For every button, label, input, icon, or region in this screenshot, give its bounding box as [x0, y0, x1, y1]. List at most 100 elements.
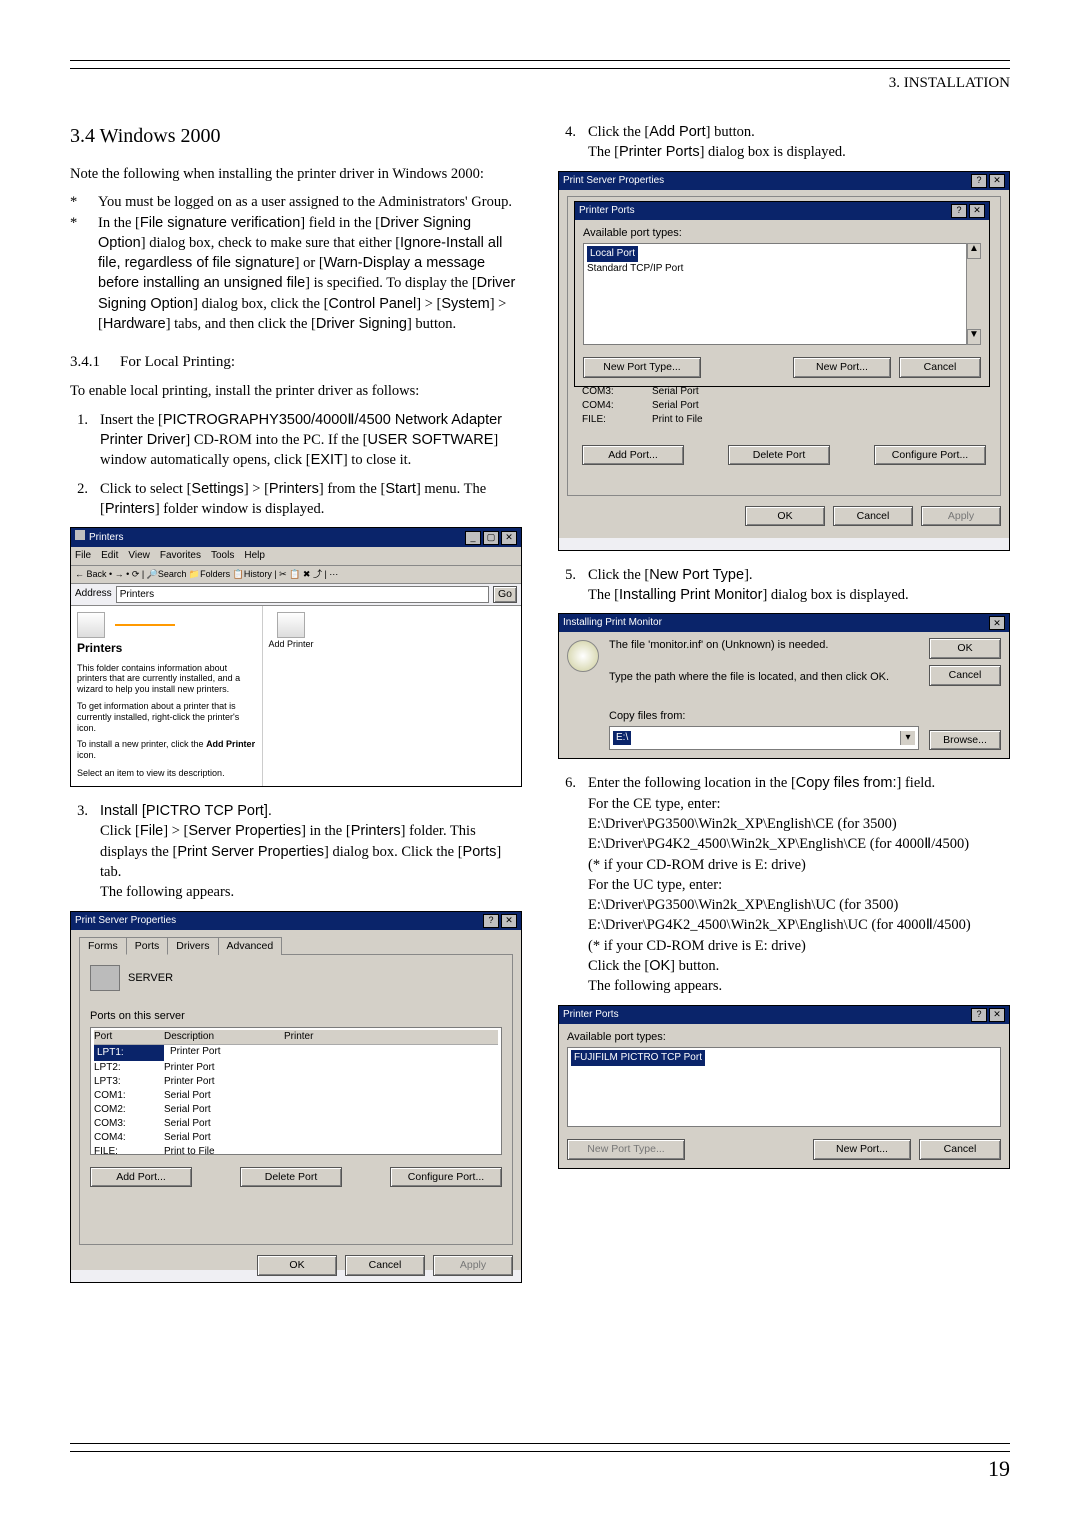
- delete-port-button[interactable]: Delete Port: [728, 445, 830, 466]
- table-row[interactable]: LPT2:: [94, 1061, 164, 1075]
- step-number: 2.: [70, 479, 88, 520]
- tab-drivers[interactable]: Drivers: [167, 937, 218, 956]
- table-row[interactable]: COM3:: [94, 1117, 164, 1131]
- bullet-star: *: [70, 192, 88, 212]
- new-port-button[interactable]: New Port...: [813, 1139, 911, 1160]
- delete-port-button[interactable]: Delete Port: [240, 1167, 342, 1188]
- scrollbar[interactable]: ▲ ▼: [966, 243, 981, 345]
- table-row[interactable]: FILE:: [94, 1145, 164, 1155]
- add-printer-icon[interactable]: [277, 612, 305, 638]
- leftpane-text: This folder contains information about p…: [77, 663, 256, 695]
- window-title: Print Server Properties: [75, 914, 176, 928]
- available-label: Available port types:: [567, 1030, 1001, 1045]
- window-title: Print Server Properties: [563, 174, 664, 188]
- tab-forms[interactable]: Forms: [79, 937, 127, 956]
- step-6: Enter the following location in the [Cop…: [588, 773, 971, 996]
- configure-port-button[interactable]: Configure Port...: [874, 445, 986, 466]
- leftpane-text: Select an item to view its description.: [77, 767, 256, 780]
- dropdown-icon[interactable]: ▾: [900, 731, 915, 745]
- table-row[interactable]: LPT3:: [94, 1075, 164, 1089]
- browse-button[interactable]: Browse...: [929, 730, 1001, 751]
- list-item[interactable]: FUJIFILM PICTRO TCP Port: [571, 1050, 705, 1066]
- new-port-type-button[interactable]: New Port Type...: [583, 357, 701, 378]
- disk-icon: [567, 640, 599, 672]
- close-icon[interactable]: ✕: [501, 914, 517, 928]
- col-port[interactable]: Port: [94, 1030, 164, 1044]
- step-number: 4.: [558, 122, 576, 163]
- add-port-button[interactable]: Add Port...: [582, 445, 684, 466]
- col-desc[interactable]: Description: [164, 1030, 284, 1044]
- window-title: Printers: [75, 530, 123, 545]
- maximize-icon[interactable]: ▢: [483, 531, 499, 545]
- leftpane-title: Printers: [77, 640, 256, 657]
- step-1: Insert the [PICTROGRAPHY3500/4000Ⅱ/4500 …: [100, 410, 522, 471]
- step-number: 6.: [558, 773, 576, 996]
- section-title: 3.4 Windows 2000: [70, 122, 522, 150]
- window-title: Printer Ports: [579, 204, 635, 218]
- add-printer-label: Add Printer: [269, 639, 314, 649]
- copy-label: Copy files from:: [609, 709, 919, 724]
- table-row: COM4:: [582, 399, 652, 413]
- minimize-icon[interactable]: _: [465, 531, 481, 545]
- table-row[interactable]: LPT1:: [94, 1045, 164, 1061]
- leftpane-text: To install a new printer, click the Add …: [77, 739, 256, 761]
- step-5: Click the [New Port Type]. The [Installi…: [588, 565, 909, 606]
- cancel-button[interactable]: Cancel: [345, 1255, 425, 1276]
- screenshot-print-server-properties: Print Server Properties ?✕ Forms Ports D…: [70, 911, 522, 1283]
- screenshot-printer-ports-nested: Print Server Properties ?✕ Printer Ports…: [558, 171, 1010, 551]
- list-item[interactable]: Standard TCP/IP Port: [587, 262, 977, 276]
- page-number: 19: [70, 1456, 1010, 1482]
- tab-advanced[interactable]: Advanced: [218, 937, 283, 956]
- intro-text: Note the following when installing the p…: [70, 164, 522, 184]
- step-number: 5.: [558, 565, 576, 606]
- printer-icon: [77, 612, 105, 638]
- ok-button[interactable]: OK: [929, 638, 1001, 659]
- subsection-intro: To enable local printing, install the pr…: [70, 381, 522, 401]
- apply-button[interactable]: Apply: [433, 1255, 513, 1276]
- cancel-button[interactable]: Cancel: [899, 357, 981, 378]
- close-icon[interactable]: ✕: [989, 174, 1005, 188]
- list-item[interactable]: Local Port: [587, 246, 638, 262]
- close-icon[interactable]: ✕: [501, 531, 517, 545]
- table-row[interactable]: COM2:: [94, 1103, 164, 1117]
- help-icon[interactable]: ?: [971, 1008, 987, 1022]
- new-port-button[interactable]: New Port...: [793, 357, 891, 378]
- step-3: Install [PICTRO TCP Port]. Click [File] …: [100, 801, 522, 902]
- help-icon[interactable]: ?: [951, 204, 967, 218]
- col-printer[interactable]: Printer: [284, 1030, 313, 1044]
- go-button[interactable]: Go: [493, 586, 517, 603]
- new-port-type-button[interactable]: New Port Type...: [567, 1139, 685, 1160]
- help-icon[interactable]: ?: [971, 174, 987, 188]
- help-icon[interactable]: ?: [483, 914, 499, 928]
- tab-ports[interactable]: Ports: [126, 937, 169, 956]
- ok-button[interactable]: OK: [257, 1255, 337, 1276]
- address-field[interactable]: [116, 586, 489, 603]
- window-title: Printer Ports: [563, 1008, 619, 1022]
- close-icon[interactable]: ✕: [989, 616, 1005, 630]
- cancel-button[interactable]: Cancel: [919, 1139, 1001, 1160]
- add-port-button[interactable]: Add Port...: [90, 1167, 192, 1188]
- close-icon[interactable]: ✕: [989, 1008, 1005, 1022]
- ports-caption: Ports on this server: [90, 1009, 502, 1024]
- table-row[interactable]: COM4:: [94, 1131, 164, 1145]
- screenshot-printers-folder: Printers _▢✕ FileEditViewFavoritesToolsH…: [70, 527, 522, 787]
- table-row: FILE:: [582, 413, 652, 427]
- step-2: Click to select [Settings] > [Printers] …: [100, 479, 522, 520]
- apply-button[interactable]: Apply: [921, 506, 1001, 527]
- bullet-2: In the [File signature verification] fie…: [98, 213, 522, 335]
- address-label: Address: [75, 587, 112, 601]
- configure-port-button[interactable]: Configure Port...: [390, 1167, 502, 1188]
- menu-bar[interactable]: FileEditViewFavoritesToolsHelp: [71, 547, 521, 566]
- close-icon[interactable]: ✕: [969, 204, 985, 218]
- toolbar[interactable]: ← Back • → • ⟳ | 🔎Search 📁Folders 📋Histo…: [71, 566, 521, 584]
- cancel-button[interactable]: Cancel: [833, 506, 913, 527]
- ok-button[interactable]: OK: [745, 506, 825, 527]
- subsection-number: 3.4.1: [70, 352, 100, 373]
- screenshot-printer-ports-final: Printer Ports ?✕ Available port types: F…: [558, 1005, 1010, 1169]
- chapter-header: 3. INSTALLATION: [70, 75, 1010, 92]
- window-title: Installing Print Monitor: [563, 616, 662, 630]
- table-row[interactable]: COM1:: [94, 1089, 164, 1103]
- cancel-button[interactable]: Cancel: [929, 665, 1001, 686]
- copy-files-field[interactable]: E:\: [613, 731, 631, 745]
- hint-text: Type the path where the file is located,…: [609, 670, 919, 685]
